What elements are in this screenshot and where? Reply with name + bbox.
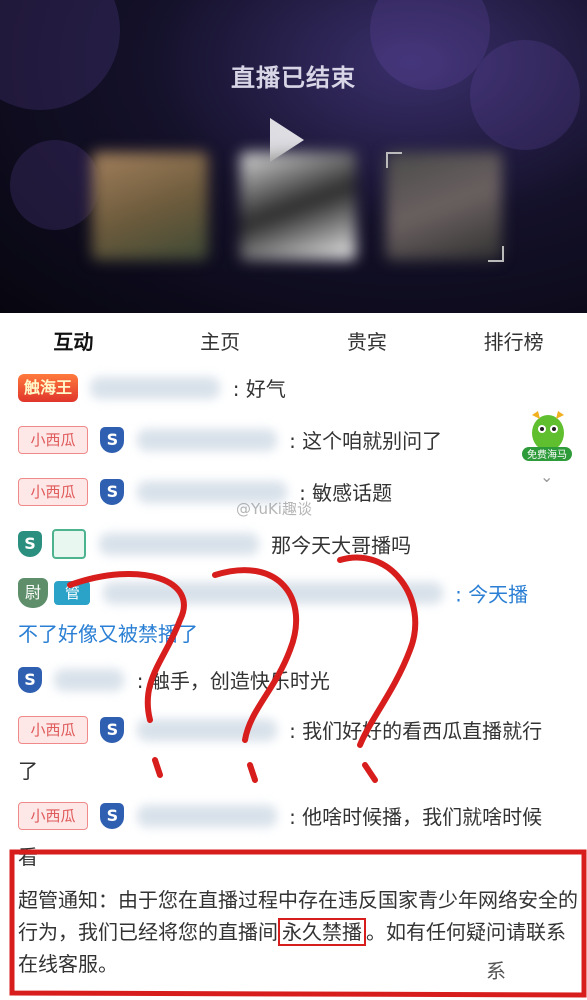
shield-icon: S	[18, 531, 42, 557]
permanent-ban-highlight: 永久禁播	[278, 918, 366, 946]
tab-bar: 互动 主页 贵宾 排行榜	[0, 313, 587, 372]
username-blurred[interactable]	[136, 804, 277, 827]
username-blurred[interactable]	[98, 533, 259, 555]
bg-bubble	[10, 140, 100, 230]
bg-bubble	[0, 0, 120, 110]
corner-bracket	[386, 152, 402, 168]
live-player[interactable]: 直播已结束	[0, 0, 587, 313]
message-text: : 我们好好的看西瓜直播就行	[289, 719, 543, 743]
chat-message: 触海王 : 好气	[18, 373, 286, 402]
chat-list[interactable]: 触海王 : 好气 小西瓜 S : 这个咱就别问了 小西瓜 S : 敏感话题 @Y…	[0, 371, 587, 1000]
tab-vip[interactable]: 贵宾	[294, 313, 441, 371]
username-blurred[interactable]	[136, 428, 277, 451]
username-blurred[interactable]	[54, 668, 125, 691]
fan-badge: 触海王	[18, 373, 79, 402]
chevron-down-icon[interactable]: ⌄	[540, 467, 553, 486]
message-text: : 触手，创造快乐时光	[136, 669, 330, 693]
tab-homepage[interactable]: 主页	[147, 313, 294, 371]
rank-badge: 尉	[18, 578, 48, 608]
chat-message: 尉 管 : 今天播	[18, 578, 528, 608]
fan-level-icon	[52, 529, 87, 559]
username-blurred[interactable]	[90, 376, 221, 399]
chat-message: 小西瓜 S : 我们好好的看西瓜直播就行	[18, 715, 542, 744]
shield-icon: S	[100, 716, 125, 743]
bg-bubble	[470, 40, 580, 150]
message-text: : 这个咱就别问了	[289, 429, 443, 453]
free-seahorse-icon[interactable]: 免费海马	[518, 409, 576, 463]
trailing-text: 系	[486, 959, 506, 983]
level-badge: 小西瓜	[18, 801, 88, 830]
username-blurred[interactable]	[102, 582, 443, 604]
shield-icon: S	[100, 478, 125, 505]
level-badge: 小西瓜	[18, 715, 88, 744]
recommended-stream-avatar[interactable]	[92, 152, 208, 260]
manager-tag: 管	[54, 581, 91, 605]
shield-icon: S	[18, 666, 42, 693]
shield-icon: S	[100, 802, 125, 829]
message-text: : 好气	[232, 377, 286, 401]
message-text-continued: 不了好像又被禁播了	[18, 622, 198, 646]
level-badge: 小西瓜	[18, 477, 88, 506]
recommended-stream-avatar[interactable]	[240, 152, 356, 260]
recommended-stream-avatar[interactable]	[386, 152, 502, 260]
corner-bracket	[488, 246, 504, 262]
chat-message: 小西瓜 S : 敏感话题	[18, 477, 392, 506]
tab-interaction[interactable]: 互动	[0, 313, 147, 371]
watermark: @YuKi趣谈	[236, 500, 312, 518]
username-blurred[interactable]	[136, 718, 277, 741]
tab-leaderboard[interactable]: 排行榜	[440, 313, 587, 371]
mascot-label: 免费海马	[527, 448, 567, 461]
message-text: : 今天播	[455, 582, 529, 607]
level-badge: 小西瓜	[18, 425, 88, 454]
chat-message: 小西瓜 S : 他啥时候播，我们就啥时候	[18, 801, 542, 830]
message-text-continued: 看	[18, 845, 38, 869]
message-text-continued: 了	[18, 759, 38, 783]
stream-ended-label: 直播已结束	[231, 64, 356, 92]
shield-icon: S	[100, 426, 125, 453]
chat-message: 小西瓜 S : 这个咱就别问了	[18, 425, 442, 454]
message-text: 那今天大哥播吗	[271, 533, 412, 558]
chat-message: S 那今天大哥播吗	[18, 529, 411, 559]
message-text: : 敏感话题	[299, 481, 393, 505]
chat-message: S : 触手，创造快乐时光	[18, 665, 330, 694]
message-text: : 他啥时候播，我们就啥时候	[289, 805, 543, 829]
